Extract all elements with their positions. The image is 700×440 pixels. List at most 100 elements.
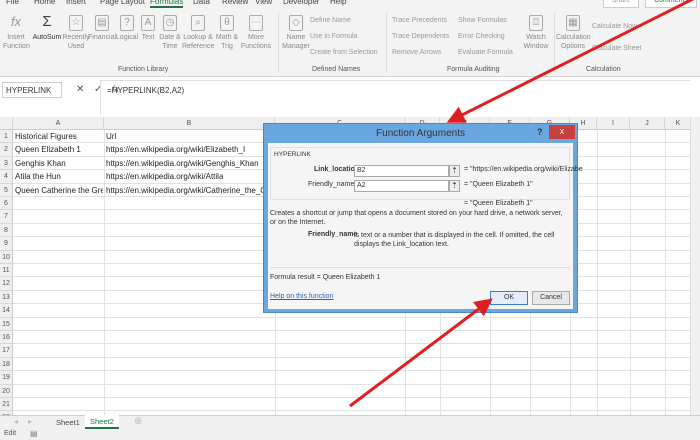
table-cell[interactable]: Url: [104, 130, 274, 143]
tab-data[interactable]: Data: [193, 0, 210, 6]
tab-view[interactable]: View: [255, 0, 272, 6]
cancel-icon[interactable]: ✕: [76, 84, 84, 95]
sheet-tabs-bar: ◂ ▸ Sheet1 Sheet2 ⊕: [0, 415, 700, 429]
table-cell[interactable]: https://en.wikipedia.org/wiki/Attila: [104, 170, 274, 183]
tab-review[interactable]: Review: [222, 0, 248, 6]
evaluate-formula-button[interactable]: Evaluate Formula: [458, 49, 513, 56]
define-name-button[interactable]: Define Name: [310, 17, 351, 24]
column-header-a[interactable]: A: [13, 117, 104, 130]
row-header[interactable]: 2: [0, 143, 13, 157]
help-link[interactable]: Help on this function: [270, 293, 333, 300]
row-header[interactable]: 19: [0, 371, 13, 385]
collapse-dialog-icon[interactable]: ⇡: [449, 180, 460, 192]
row-header[interactable]: 20: [0, 384, 13, 398]
show-formulas-button[interactable]: Show Formulas: [458, 17, 507, 24]
row-header[interactable]: 6: [0, 197, 13, 211]
row-header[interactable]: 11: [0, 264, 13, 278]
formula-result: Formula result = Queen Elizabeth 1: [270, 274, 381, 281]
collapse-dialog-icon[interactable]: ⇡: [449, 165, 460, 177]
trace-precedents-button[interactable]: Trace Precedents: [392, 17, 447, 24]
tab-page-layout[interactable]: Page Layout: [100, 0, 145, 6]
row-header[interactable]: 10: [0, 250, 13, 264]
math-trig-button[interactable]: θ Math & Trig: [214, 15, 240, 51]
column-header-i[interactable]: I: [597, 117, 630, 130]
row-header[interactable]: 13: [0, 290, 13, 305]
tab-file[interactable]: File: [6, 0, 19, 6]
table-cell[interactable]: https://en.wikipedia.org/wiki/Genghis_Kh…: [104, 157, 274, 170]
column-header-b[interactable]: B: [104, 117, 275, 130]
help-icon[interactable]: ?: [537, 127, 543, 137]
tab-insert[interactable]: Insert: [66, 0, 86, 6]
grid-row: [13, 331, 690, 345]
cancel-button[interactable]: Cancel: [532, 291, 570, 305]
row-header[interactable]: 3: [0, 156, 13, 171]
row-header[interactable]: 14: [0, 304, 13, 318]
autosum-button[interactable]: Σ AutoSum: [32, 14, 62, 42]
recently-used-button[interactable]: ☆ Recently Used: [62, 15, 90, 51]
link-location-input[interactable]: B2: [354, 165, 449, 177]
row-header[interactable]: 15: [0, 317, 13, 331]
scroll-right-icon[interactable]: ▸: [28, 417, 32, 426]
overall-result: = "Queen Elizabeth 1": [464, 200, 533, 207]
table-cell[interactable]: Atila the Hun: [13, 170, 103, 183]
tab-home[interactable]: Home: [34, 0, 55, 6]
row-header[interactable]: 21: [0, 398, 13, 412]
column-header-j[interactable]: J: [630, 117, 665, 130]
fx-icon: fx: [10, 14, 22, 29]
ok-button[interactable]: OK: [490, 291, 528, 305]
row-header[interactable]: 9: [0, 237, 13, 251]
row-header[interactable]: 5: [0, 183, 13, 197]
create-from-selection-button[interactable]: Create from Selection: [310, 49, 378, 56]
text-button[interactable]: A Text: [138, 15, 158, 42]
divider: [278, 13, 279, 73]
name-box[interactable]: HYPERLINK: [2, 82, 62, 98]
tab-formulas[interactable]: Formulas: [150, 0, 184, 8]
insert-function-button[interactable]: fx Insert Function: [3, 14, 30, 51]
trace-dependents-button[interactable]: Trace Dependents: [392, 33, 449, 40]
calculate-now-button[interactable]: Calculate Now: [592, 23, 637, 30]
table-cell[interactable]: https://en.wikipedia.org/wiki/Catherine_…: [104, 184, 274, 197]
comments-button[interactable]: Comments: [645, 0, 697, 8]
table-cell[interactable]: Historical Figures: [13, 130, 103, 143]
calculation-options-button[interactable]: ▦ Calculation Options: [556, 15, 591, 51]
sheet-tab-sheet2[interactable]: Sheet2: [85, 415, 119, 429]
vertical-scrollbar[interactable]: [690, 117, 700, 415]
row-header[interactable]: 16: [0, 331, 13, 345]
watch-window-button[interactable]: ⌼ Watch Window: [522, 15, 550, 51]
use-in-formula-button[interactable]: Use in Formula: [310, 33, 357, 40]
table-cell[interactable]: Genghis Khan: [13, 157, 103, 170]
column-header-k[interactable]: K: [665, 117, 692, 130]
sheet-tab-sheet1[interactable]: Sheet1: [56, 418, 80, 427]
row-header[interactable]: 12: [0, 277, 13, 291]
status-mode: Edit: [4, 430, 17, 437]
row-header[interactable]: 1: [0, 130, 13, 144]
formula-input[interactable]: =HYPERLINK(B2,A2): [100, 80, 690, 114]
table-cell[interactable]: Queen Catherine the Great: [13, 184, 103, 197]
row-header[interactable]: 8: [0, 223, 13, 238]
row-header[interactable]: 7: [0, 210, 13, 224]
date-time-button[interactable]: ◷ Date & Time: [157, 15, 183, 51]
tab-help[interactable]: Help: [330, 0, 346, 6]
table-cell[interactable]: https://en.wikipedia.org/wiki/Elizabeth_…: [104, 143, 274, 156]
close-button[interactable]: x: [549, 125, 575, 139]
error-checking-button[interactable]: Error Checking: [458, 33, 505, 40]
logical-icon: ?: [120, 15, 134, 31]
remove-arrows-button[interactable]: Remove Arrows: [392, 49, 441, 56]
table-cell[interactable]: Queen Elizabeth 1: [13, 143, 103, 156]
tab-developer[interactable]: Developer: [283, 0, 319, 6]
share-button[interactable]: Share: [603, 0, 639, 8]
row-header[interactable]: 17: [0, 344, 13, 358]
more-functions-button[interactable]: ⋯ More Functions: [240, 15, 272, 51]
ribbon-tabs: File Home Insert Page Layout Formulas Data Rev…: [0, 0, 700, 9]
scroll-left-icon[interactable]: ◂: [14, 417, 18, 426]
select-all-corner[interactable]: [0, 117, 13, 130]
financial-button[interactable]: ▤ Financial: [88, 15, 116, 42]
friendly-name-input[interactable]: A2: [354, 180, 449, 192]
row-header[interactable]: 4: [0, 170, 13, 184]
name-manager-button[interactable]: ◇ Name Manager: [282, 15, 310, 51]
add-sheet-icon[interactable]: ⊕: [134, 416, 142, 427]
row-header[interactable]: 18: [0, 357, 13, 372]
calculate-sheet-button[interactable]: Calculate Sheet: [592, 45, 641, 52]
logical-button[interactable]: ? Logical: [114, 15, 140, 42]
lookup-reference-button[interactable]: ⌕ Lookup & Reference: [182, 15, 214, 51]
